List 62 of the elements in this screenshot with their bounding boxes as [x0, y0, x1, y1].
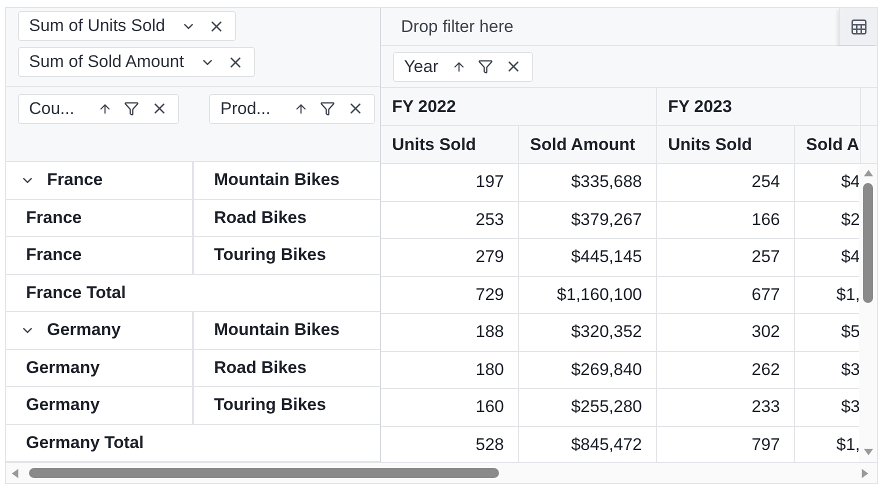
scroll-left-icon[interactable] [10, 468, 21, 478]
column-group-header: FY 2023 [657, 88, 861, 125]
table-cell: $320,352 [519, 314, 657, 350]
table-cell: 160 [381, 389, 519, 426]
row-header: Touring Bikes [213, 394, 328, 416]
vertical-scrollbar[interactable] [859, 164, 877, 462]
scrollbar-thumb[interactable] [863, 183, 873, 303]
scroll-up-icon[interactable] [862, 168, 874, 179]
total-row-header: France Total [25, 282, 127, 304]
row-header-text: Germany [47, 320, 121, 340]
row-header: Mountain Bikes [213, 169, 341, 192]
table-cell: 257 [657, 239, 795, 276]
row-header: France [6, 237, 194, 274]
filter-icon[interactable] [320, 101, 336, 116]
row-header: Germany [6, 387, 194, 424]
column-header: Sold Amount [519, 126, 657, 163]
column-group-header: FY 2022 [381, 88, 657, 125]
column-header: Units Sold [657, 126, 795, 163]
row-header: France [6, 200, 194, 236]
column-header: Sold A [795, 126, 861, 163]
row-header-text: France [47, 170, 103, 190]
scroll-right-icon[interactable] [860, 468, 871, 478]
scroll-down-icon[interactable] [862, 447, 874, 458]
table-cell: $269,840 [519, 352, 657, 388]
value-field-chip[interactable]: Sum of Units Sold [18, 11, 236, 41]
table-cell: 197 [381, 164, 519, 200]
filter-drop-area: Drop filter here [381, 16, 514, 36]
row-header: Road Bikes [213, 206, 308, 229]
table-cell: 302 [657, 314, 795, 350]
total-row-header: Germany Total [25, 432, 145, 454]
table-cell: $445,145 [519, 239, 657, 276]
table-cell: $379,267 [519, 202, 657, 238]
filter-icon[interactable] [478, 59, 494, 74]
table-cell: 188 [381, 314, 519, 350]
row-header: Touring Bikes [213, 244, 328, 266]
row-header: Germany [6, 350, 194, 386]
table-cell: $255,280 [519, 389, 657, 426]
table-cell: 233 [657, 389, 795, 426]
table-cell: 166 [657, 202, 795, 238]
grid-settings-button[interactable] [839, 8, 877, 45]
filter-icon[interactable] [124, 101, 140, 116]
horizontal-scrollbar[interactable] [6, 462, 877, 483]
table-cell: 180 [381, 352, 519, 388]
column-field-chip[interactable]: Year [393, 52, 534, 82]
table-cell: 262 [657, 352, 795, 388]
scrollbar-thumb[interactable] [29, 468, 499, 478]
row-field-chip[interactable]: Cou... [18, 94, 180, 124]
table-cell: 729 [381, 276, 519, 313]
table-cell: $335,688 [519, 164, 657, 200]
table-cell: $1,160,100 [519, 276, 657, 313]
table-cell: 279 [381, 239, 519, 276]
table-cell: 254 [657, 164, 795, 200]
table-cell: 253 [381, 202, 519, 238]
row-header[interactable]: France [6, 162, 194, 198]
row-header: Road Bikes [213, 356, 308, 379]
value-field-chip[interactable]: Sum of Sold Amount [18, 47, 255, 77]
table-cell: 677 [657, 276, 795, 313]
row-field-chip[interactable]: Prod... [209, 94, 376, 124]
column-header: Units Sold [381, 126, 519, 163]
row-header: Mountain Bikes [213, 319, 341, 342]
table-icon[interactable] [850, 18, 868, 36]
row-header[interactable]: Germany [6, 312, 194, 348]
